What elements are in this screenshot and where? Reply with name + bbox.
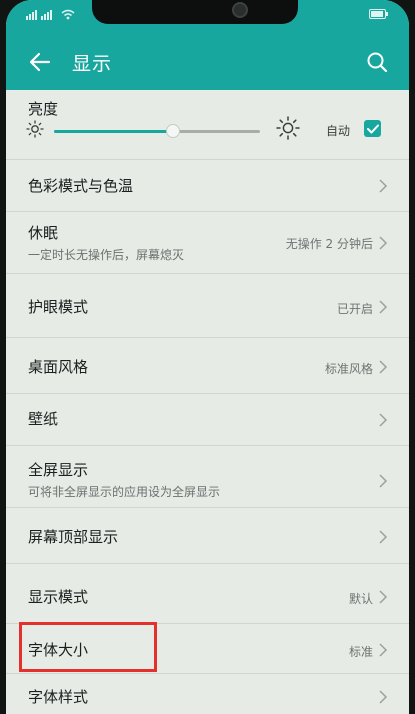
setting-item-color-mode[interactable]: 色彩模式与色温	[6, 160, 409, 212]
chevron-right-icon	[379, 590, 388, 604]
chevron-right-icon	[379, 413, 388, 427]
setting-item-subtitle: 可将非全屏显示的应用设为全屏显示	[28, 485, 221, 499]
arrow-left-icon	[29, 52, 51, 72]
brightness-label: 亮度	[28, 100, 59, 118]
setting-item-value: 默认	[348, 592, 373, 606]
setting-item-value: 标准	[348, 645, 373, 659]
brightness-row: 亮度 自动	[6, 90, 409, 160]
setting-item-sleep[interactable]: 休眠 一定时长无操作后，屏幕熄灭 无操作 2 分钟后	[6, 212, 409, 274]
auto-brightness-checkbox[interactable]	[364, 120, 381, 137]
battery-icon	[369, 9, 388, 19]
setting-item-title: 壁纸	[28, 410, 59, 428]
sun-icon	[26, 120, 44, 138]
app-bar: 显示	[6, 34, 409, 90]
signal-icon	[26, 10, 52, 20]
chevron-right-icon	[379, 530, 388, 544]
status-bar	[6, 0, 409, 34]
search-icon	[367, 52, 388, 73]
notch	[92, 0, 298, 24]
setting-item-value: 标准风格	[324, 362, 373, 376]
setting-item-full-screen[interactable]: 全屏显示 可将非全屏显示的应用设为全屏显示	[6, 446, 409, 508]
setting-item-eye-comfort[interactable]: 护眼模式 已开启	[6, 274, 409, 338]
chevron-right-icon	[379, 690, 388, 704]
chevron-right-icon	[379, 474, 388, 488]
setting-item-top-display[interactable]: 屏幕顶部显示	[6, 508, 409, 564]
status-right	[369, 9, 389, 19]
chevron-right-icon	[379, 300, 388, 314]
setting-item-font-size[interactable]: 字体大小 标准	[6, 624, 409, 674]
search-button[interactable]	[363, 48, 391, 76]
setting-item-title: 屏幕顶部显示	[28, 528, 119, 546]
setting-item-wallpaper[interactable]: 壁纸	[6, 394, 409, 446]
setting-item-title: 字体样式	[28, 688, 89, 706]
setting-item-title: 显示模式	[28, 588, 89, 606]
chevron-right-icon	[379, 360, 388, 374]
status-left	[26, 9, 75, 20]
chevron-right-icon	[379, 643, 388, 657]
sun-icon	[276, 116, 300, 140]
setting-item-display-mode[interactable]: 显示模式 默认	[6, 564, 409, 624]
setting-item-title: 色彩模式与色温	[28, 177, 134, 195]
phone-screen: 显示 亮度 自动 色彩模式与色温 休眠 一定时长无操作后，屏幕熄灭 无操作 2 …	[6, 0, 409, 714]
check-icon	[366, 124, 379, 133]
brightness-slider-fill	[54, 130, 174, 133]
setting-item-title: 全屏显示	[28, 461, 89, 479]
setting-item-value: 已开启	[336, 302, 373, 316]
setting-item-title: 字体大小	[28, 641, 89, 659]
setting-item-title: 桌面风格	[28, 358, 89, 376]
brightness-slider-thumb[interactable]	[166, 124, 181, 138]
setting-item-title: 休眠	[28, 224, 59, 242]
setting-item-title: 护眼模式	[28, 298, 89, 316]
chevron-right-icon	[379, 236, 388, 250]
front-camera	[232, 2, 248, 18]
setting-item-subtitle: 一定时长无操作后，屏幕熄灭	[28, 248, 185, 262]
auto-brightness-label: 自动	[326, 124, 351, 138]
setting-item-font-style[interactable]: 字体样式	[6, 674, 409, 714]
setting-item-home-style[interactable]: 桌面风格 标准风格	[6, 338, 409, 394]
page-title: 显示	[72, 53, 113, 75]
back-button[interactable]	[26, 48, 54, 76]
wifi-icon	[61, 9, 75, 20]
brightness-slider[interactable]	[54, 124, 260, 138]
setting-item-value: 无操作 2 分钟后	[285, 237, 373, 251]
chevron-right-icon	[379, 179, 388, 193]
